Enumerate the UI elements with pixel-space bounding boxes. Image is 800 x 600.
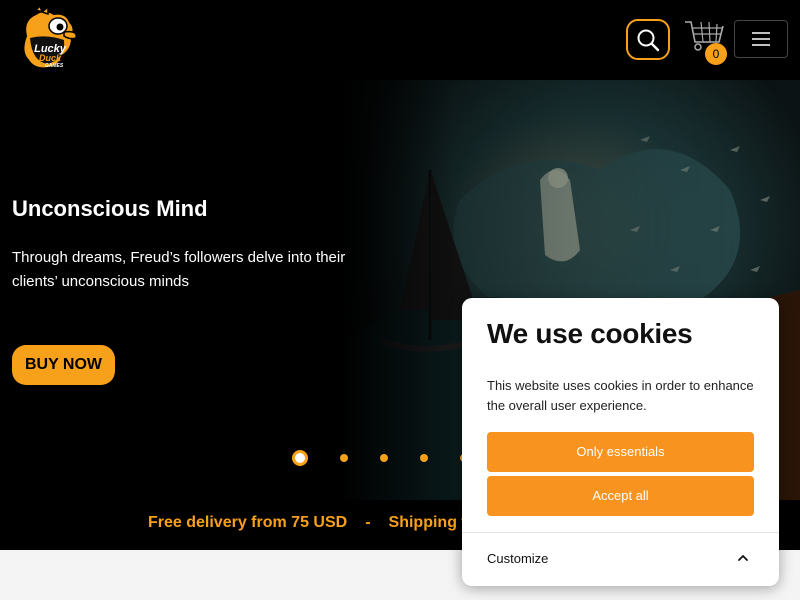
only-essentials-button[interactable]: Only essentials	[487, 432, 754, 472]
buy-now-button[interactable]: BUY NOW	[12, 345, 115, 385]
lucky-duck-logo[interactable]: Lucky Duck GAMES	[14, 4, 80, 74]
customize-label: Customize	[487, 551, 549, 566]
cookie-description: This website uses cookies in order to en…	[487, 378, 754, 413]
hero-title: Unconscious Mind	[12, 196, 208, 221]
carousel-dot[interactable]	[292, 450, 308, 466]
accept-all-button[interactable]: Accept all	[487, 476, 754, 516]
cookie-consent-dialog: We use cookies This website uses cookies…	[462, 298, 779, 586]
hero-description: Through dreams, Freud’s followers delve …	[12, 249, 346, 290]
search-icon	[637, 29, 660, 51]
delivery-text: Free delivery from 75 USD - Shipping w	[148, 514, 474, 532]
menu-button[interactable]	[734, 20, 788, 58]
carousel-dot[interactable]	[380, 454, 388, 462]
customize-toggle[interactable]: Customize	[462, 533, 779, 586]
logo-text: Lucky Duck GAMES	[33, 44, 67, 70]
logo-line-3: GAMES	[44, 63, 64, 69]
free-delivery-text: Free delivery from 75 USD	[148, 514, 348, 531]
carousel-dot[interactable]	[420, 454, 428, 462]
hamburger-menu-icon	[752, 32, 770, 46]
cart-count-badge: 0	[705, 43, 727, 65]
cookie-title: We use cookies	[487, 318, 693, 349]
carousel-dot[interactable]	[340, 454, 348, 462]
logo-line-2: Duck	[38, 53, 61, 63]
delivery-separator: -	[365, 514, 371, 531]
chevron-up-icon	[738, 555, 748, 561]
search-button[interactable]	[626, 19, 670, 60]
site-header: Lucky Duck GAMES 0	[0, 0, 800, 80]
